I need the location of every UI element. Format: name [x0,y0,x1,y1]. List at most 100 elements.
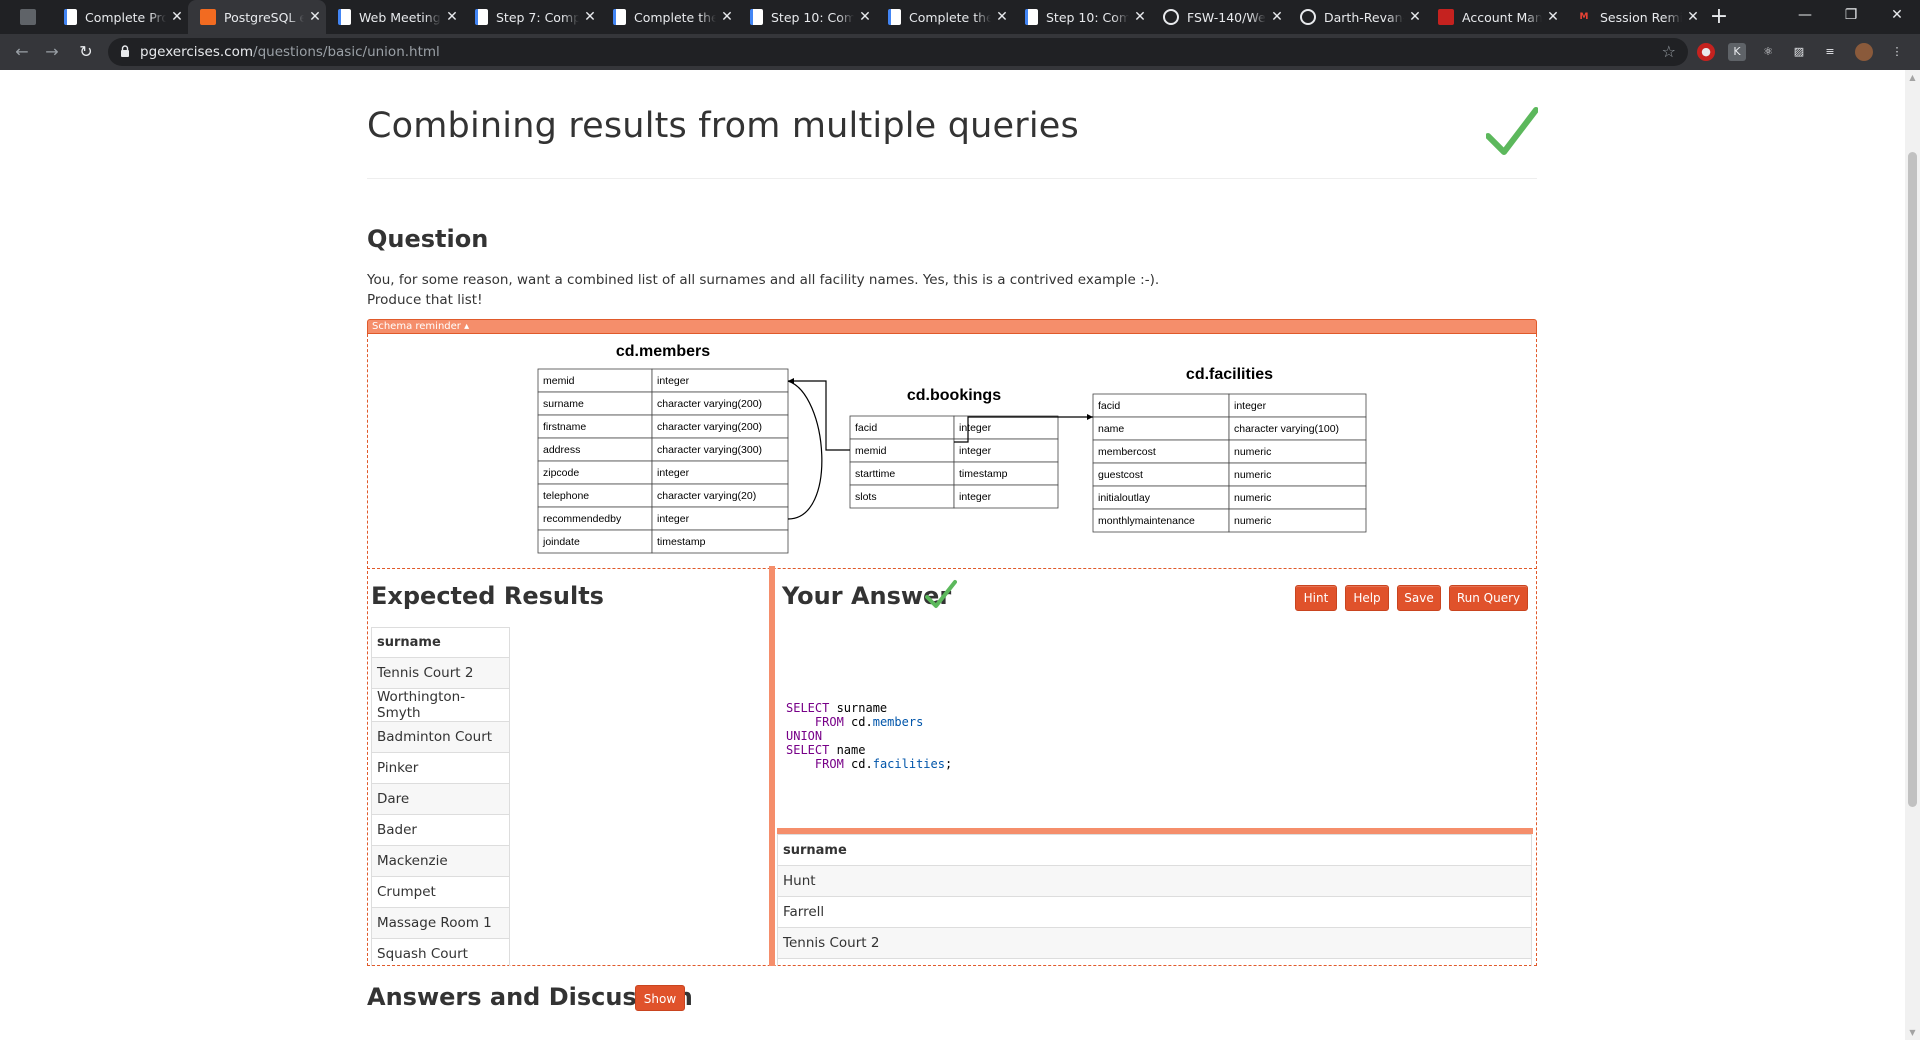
browser-tab[interactable]: FSW-140/Week✕ [1151,0,1288,34]
doc-icon [338,9,351,25]
github-icon [1163,9,1179,25]
scrollbar-thumb[interactable] [1908,152,1917,807]
browser-tab[interactable]: Step 7: Complete✕ [463,0,601,34]
answer-correct-check-icon [925,580,957,608]
schema-column-type: integer [1234,400,1267,412]
table-cell: Pinker [371,752,510,784]
table-row: Hunt [777,865,1532,897]
close-tab-icon[interactable]: ✕ [579,9,601,25]
browser-tab[interactable]: PostgreSQL exercises✕ [188,0,326,34]
table-cell: Worthington-Smyth [371,688,510,722]
close-tab-icon[interactable]: ✕ [441,9,463,25]
scroll-up-icon[interactable]: ▲ [1905,73,1920,82]
save-button[interactable]: Save [1397,585,1441,611]
relationship-line [788,380,850,451]
code-line: FROM cd.members [814,715,924,729]
table-row: Tennis Court 2 [777,927,1532,959]
minimize-icon[interactable]: — [1782,0,1828,30]
table-cell: Squash Court [371,938,510,966]
sql-keyword: UNION [786,729,823,743]
browser-tab[interactable]: Step 10: Complete✕ [1013,0,1151,34]
expected-results-table: surname Tennis Court 2 Worthington-Smyth B… [371,627,510,966]
browser-tab[interactable] [8,0,52,34]
browser-tab[interactable]: Darth-Revan- ✕ [1288,0,1426,34]
schema-column-type: timestamp [657,536,706,548]
browser-tab[interactable]: Complete the ✕ [876,0,1013,34]
doc-icon [475,9,488,25]
table-row: Massage Room 1 [371,907,510,939]
sql-code[interactable]: SELECT surname FROM cd.members UNION SELEC… [786,701,952,771]
close-tab-icon[interactable]: ✕ [1542,9,1564,25]
browser-tab[interactable]: Account Manager✕ [1426,0,1564,34]
close-tab-icon[interactable]: ✕ [166,9,188,25]
media-queue-icon[interactable]: ≡ [1821,43,1839,61]
window-close-icon[interactable]: ✕ [1874,0,1920,30]
browser-tab[interactable]: Complete Project✕ [52,0,188,34]
tab-title: Step 10: Complete [771,9,854,25]
adblock-extension-icon[interactable]: ● [1697,43,1715,61]
question-line: You, for some reason, want a combined li… [367,272,1160,288]
sql-keyword: SELECT [786,701,830,715]
column-header: surname [777,834,1532,866]
new-tab-icon[interactable]: + [1705,3,1733,31]
schema-column-type: numeric [1234,469,1271,481]
table-cell: Bader [371,814,510,846]
question-heading: Question [367,225,489,253]
schema-column-type: integer [657,513,690,525]
tab-title: Step 10: Complete [1046,9,1129,25]
doc-icon [888,9,901,25]
schema-reminder-toggle[interactable]: Schema reminder ▴ [367,319,1537,334]
schema-column-name: telephone [543,490,589,502]
restore-icon[interactable]: ❐ [1828,0,1874,30]
browser-tab[interactable]: M Session Reminder✕ [1564,0,1704,34]
browser-tab[interactable]: Step 10: Complete✕ [738,0,876,34]
close-tab-icon[interactable]: ✕ [1682,9,1704,25]
browser-tab[interactable]: Complete the ✕ [601,0,738,34]
table-cell: Tennis Court 2 [371,657,510,689]
run-query-button[interactable]: Run Query [1449,585,1528,611]
forward-icon[interactable]: → [40,40,64,64]
close-tab-icon[interactable]: ✕ [1129,9,1151,25]
sql-keyword: FROM [814,757,844,771]
bookmark-star-icon[interactable]: ☆ [1662,42,1676,61]
reload-icon[interactable]: ↻ [74,40,98,64]
schema-diagram: cd.members memid integer surname character v… [537,343,1367,554]
close-tab-icon[interactable]: ✕ [854,9,876,25]
scroll-down-icon[interactable]: ▼ [1905,1028,1920,1037]
browser-tab[interactable]: Web Meeting ✕ [326,0,463,34]
account-icon [1438,9,1454,25]
show-discussion-button[interactable]: Show [635,985,685,1011]
code-line: UNION [786,729,952,743]
react-extension-icon[interactable]: ⚛ [1759,43,1777,61]
schema-column-type: integer [657,467,690,479]
address-bar[interactable]: pgexercises.com/questions/basic/union.ht… [108,38,1688,66]
tab-title: Web Meeting [359,9,441,25]
extension-k-icon[interactable]: K [1728,43,1746,61]
close-tab-icon[interactable]: ✕ [716,9,738,25]
close-tab-icon[interactable]: ✕ [1404,9,1426,25]
schema-column-name: memid [543,375,575,387]
table-cell: Crumpet [371,876,510,908]
schema-column-name: membercost [1098,446,1156,458]
hint-button[interactable]: Hint [1295,585,1337,611]
close-tab-icon[interactable]: ✕ [304,9,326,25]
github-icon [1300,9,1316,25]
menu-kebab-icon[interactable]: ⋮ [1888,43,1906,61]
table-row: Tennis Court 2 [371,657,510,689]
doc-icon [1025,9,1038,25]
results-clip [777,966,1532,1036]
page-title: Combining results from multiple queries [367,106,1079,146]
title-divider [367,178,1537,179]
schema-column-name: recommendedby [543,513,622,525]
page-scrollbar[interactable]: ▲ ▼ [1905,70,1920,1040]
close-tab-icon[interactable]: ✕ [1266,9,1288,25]
gmail-icon: M [1579,12,1589,22]
puzzle-extensions-icon[interactable]: ▨ [1790,43,1808,61]
close-tab-icon[interactable]: ✕ [991,9,1013,25]
panel-divider[interactable] [769,566,775,966]
schema-column-type: timestamp [959,468,1008,480]
back-icon[interactable]: ← [10,40,34,64]
schema-column-type: numeric [1234,492,1271,504]
profile-avatar[interactable] [1855,43,1873,61]
help-button[interactable]: Help [1345,585,1389,611]
